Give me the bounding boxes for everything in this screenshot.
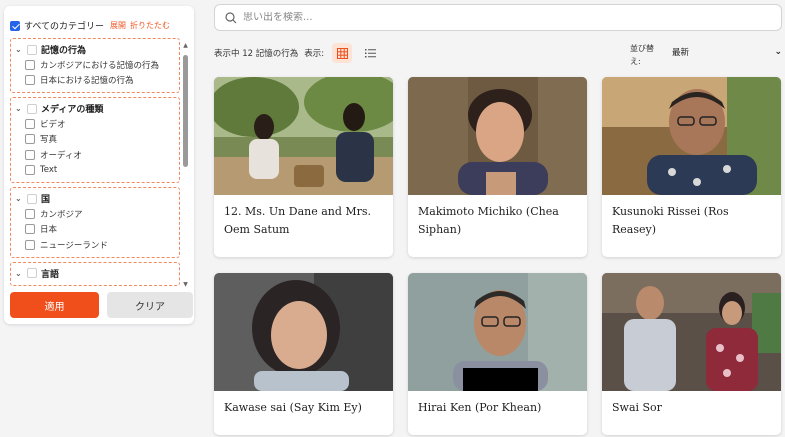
card-title[interactable]: Swai Sor bbox=[602, 391, 781, 417]
card-photo bbox=[408, 77, 587, 195]
search-input[interactable] bbox=[243, 12, 743, 23]
card-photo bbox=[214, 273, 393, 391]
filter-scrollbar[interactable]: ▲ ▼ bbox=[182, 42, 189, 288]
item-checkbox[interactable] bbox=[25, 149, 35, 160]
chevron-down-icon: ⌄ bbox=[774, 47, 782, 57]
card-title[interactable]: Makimoto Michiko (Chea Siphan) bbox=[408, 195, 587, 239]
expand-all-link[interactable]: 展開 bbox=[110, 20, 126, 31]
group-label: 記憶の行為 bbox=[41, 46, 87, 56]
filter-panel: すべてのカテゴリー 展開 折りたたむ ⌄ 記憶の行為 カンボジアにおける記憶の行… bbox=[4, 6, 194, 324]
item-label: カンボジア bbox=[40, 209, 83, 220]
results-count: 表示中 12 記憶の行為 bbox=[214, 49, 299, 59]
group-label: 言語 bbox=[41, 269, 60, 280]
item-label: オーディオ bbox=[40, 150, 82, 161]
chevron-down-icon[interactable]: ⌄ bbox=[15, 45, 25, 54]
card-title[interactable]: Kawase sai (Say Kim Ey) bbox=[214, 391, 393, 417]
card-title[interactable]: Hirai Ken (Por Khean) bbox=[408, 391, 587, 417]
memory-card[interactable]: 12. Ms. Un Dane and Mrs. Oem Satum bbox=[214, 77, 393, 257]
card-photo bbox=[602, 77, 781, 195]
scrollbar-thumb[interactable] bbox=[183, 55, 188, 167]
item-checkbox[interactable] bbox=[25, 165, 35, 176]
list-view-button[interactable] bbox=[360, 43, 380, 63]
sort-value: 最新 bbox=[672, 48, 690, 58]
filter-group-language: ⌄ 言語 bbox=[10, 261, 180, 286]
filter-item[interactable]: 日本における記憶の行為 bbox=[15, 73, 175, 89]
item-label: Text bbox=[40, 165, 58, 176]
search-icon bbox=[225, 11, 237, 23]
group-label: メディアの種類 bbox=[41, 105, 104, 115]
item-checkbox[interactable] bbox=[25, 239, 35, 250]
item-label: 日本における記憶の行為 bbox=[40, 76, 134, 87]
memory-card[interactable]: Kawase sai (Say Kim Ey) bbox=[214, 273, 393, 435]
filter-item[interactable]: 日本 bbox=[15, 222, 175, 238]
scroll-down-arrow-icon[interactable]: ▼ bbox=[182, 281, 189, 288]
group-checkbox[interactable] bbox=[27, 268, 37, 278]
item-label: ニュージーランド bbox=[40, 240, 108, 251]
card-photo bbox=[602, 273, 781, 391]
group-checkbox[interactable] bbox=[27, 44, 37, 55]
item-checkbox[interactable] bbox=[25, 59, 35, 70]
collapse-all-link[interactable]: 折りたたむ bbox=[130, 20, 170, 31]
filter-item[interactable]: ビデオ bbox=[15, 116, 175, 132]
apply-button[interactable]: 適用 bbox=[10, 292, 99, 318]
chevron-down-icon[interactable]: ⌄ bbox=[15, 194, 25, 203]
item-label: 日本 bbox=[40, 225, 58, 236]
item-label: カンボジアにおける記憶の行為 bbox=[40, 60, 160, 71]
card-title[interactable]: 12. Ms. Un Dane and Mrs. Oem Satum bbox=[214, 195, 393, 239]
memory-card[interactable]: Hirai Ken (Por Khean) bbox=[408, 273, 587, 435]
filter-groups: ⌄ 記憶の行為 カンボジアにおける記憶の行為 日本における記憶の行為 ⌄ メディ… bbox=[10, 38, 180, 286]
group-checkbox[interactable] bbox=[27, 193, 37, 204]
item-checkbox[interactable] bbox=[25, 224, 35, 235]
grid-view-button[interactable] bbox=[332, 43, 353, 63]
filter-item[interactable]: ニュージーランド bbox=[15, 237, 175, 253]
filter-group-media-type: ⌄ メディアの種類 ビデオ 写真 オーディオ Text bbox=[10, 97, 180, 183]
view-label: 表示: bbox=[304, 49, 325, 59]
item-checkbox[interactable] bbox=[25, 75, 35, 86]
clear-button[interactable]: クリア bbox=[107, 292, 193, 318]
grid-icon bbox=[336, 47, 348, 59]
filter-item[interactable]: カンボジア bbox=[15, 206, 175, 222]
card-photo bbox=[214, 77, 393, 195]
item-checkbox[interactable] bbox=[25, 208, 35, 219]
filter-item[interactable]: 写真 bbox=[15, 132, 175, 148]
filter-item[interactable]: Text bbox=[15, 163, 175, 179]
card-photo bbox=[408, 273, 587, 391]
list-icon bbox=[364, 49, 376, 58]
chevron-down-icon[interactable]: ⌄ bbox=[15, 104, 25, 113]
group-checkbox[interactable] bbox=[27, 103, 37, 114]
all-categories-row: すべてのカテゴリー 展開 折りたたむ bbox=[10, 19, 170, 32]
filter-group-memory-acts: ⌄ 記憶の行為 カンボジアにおける記憶の行為 日本における記憶の行為 bbox=[10, 38, 180, 93]
filter-item[interactable]: オーディオ bbox=[15, 147, 175, 163]
group-label: 国 bbox=[41, 195, 51, 205]
results-toolbar: 表示中 12 記憶の行為 表示: bbox=[214, 43, 380, 63]
card-title[interactable]: Kusunoki Rissei (Ros Reasey) bbox=[602, 195, 781, 239]
item-checkbox[interactable] bbox=[25, 134, 35, 145]
filter-group-country: ⌄ 国 カンボジア 日本 ニュージーランド bbox=[10, 187, 180, 258]
all-categories-label: すべてのカテゴリー bbox=[24, 22, 105, 32]
item-checkbox[interactable] bbox=[25, 118, 35, 129]
all-categories-checkbox[interactable] bbox=[10, 20, 20, 31]
memory-card[interactable]: Kusunoki Rissei (Ros Reasey) bbox=[602, 77, 781, 257]
sort-label: 並び替え: bbox=[630, 44, 654, 66]
item-label: 写真 bbox=[40, 135, 58, 146]
memory-card[interactable]: Makimoto Michiko (Chea Siphan) bbox=[408, 77, 587, 257]
scroll-up-arrow-icon[interactable]: ▲ bbox=[182, 42, 189, 49]
chevron-down-icon[interactable]: ⌄ bbox=[15, 269, 25, 278]
search-bar bbox=[214, 4, 782, 31]
item-label: ビデオ bbox=[40, 119, 66, 130]
filter-item[interactable]: カンボジアにおける記憶の行為 bbox=[15, 57, 175, 73]
sort-select[interactable]: 最新 ⌄ bbox=[672, 46, 782, 58]
memory-card[interactable]: Swai Sor bbox=[602, 273, 781, 435]
